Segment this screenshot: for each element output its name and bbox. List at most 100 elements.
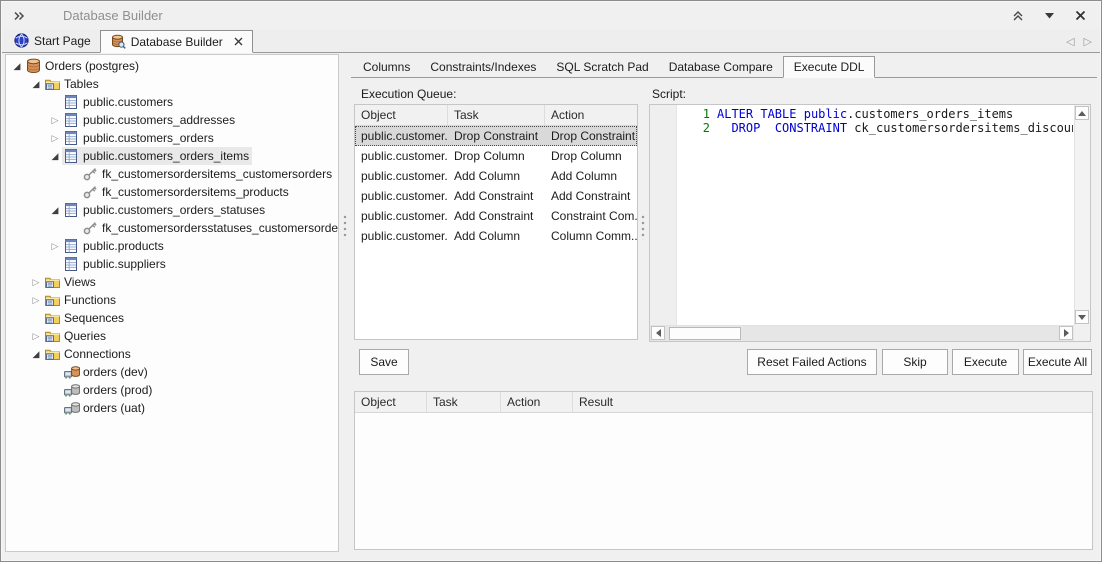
tree-item[interactable]: ◢Orders (postgres) [6,57,338,75]
queue-cell: Drop Constraint [448,126,545,146]
execute-all-button[interactable]: Execute All [1023,349,1092,375]
expand-tree-icon[interactable]: ▷ [48,237,62,255]
tree-item[interactable]: Sequences [6,309,338,327]
tree-item[interactable]: ◢public.customers_orders_statuses [6,201,338,219]
column-header[interactable]: Result [573,392,1092,412]
scrollbar-thumb[interactable] [669,327,741,340]
scrollbar-corner [1074,325,1090,341]
tab-start-page[interactable]: Start Page [5,29,100,52]
close-panel-icon[interactable] [1075,10,1086,21]
tree-item[interactable]: ◢Tables [6,75,338,93]
foreign-key-icon [82,166,99,182]
reset-failed-actions-button[interactable]: Reset Failed Actions [747,349,877,375]
table-icon [63,130,80,146]
collapse-tree-icon[interactable]: ◢ [29,75,43,93]
tree-splitter[interactable] [339,54,351,557]
queue-cell: Add Column [545,166,637,186]
sql-editor[interactable]: 1ALTER TABLE public.customers_orders_ite… [649,104,1091,342]
scroll-down-icon[interactable] [1075,310,1089,324]
nav-back-icon[interactable]: ◁ [1066,35,1074,48]
scroll-right-icon[interactable] [1059,326,1073,340]
tree-item-label: fk_customersordersitems_customersorders [102,167,332,181]
collapse-tree-icon[interactable]: ◢ [29,345,43,363]
scroll-up-icon[interactable] [1075,106,1089,120]
column-header[interactable]: Object [355,105,448,125]
panel-splitter-grip-icon[interactable] [641,214,645,240]
queue-cell: public.customer... [355,186,448,206]
collapse-tree-icon[interactable]: ◢ [48,147,62,165]
scroll-left-icon[interactable] [651,326,665,340]
tree-item[interactable]: fk_customersordersitems_customersorders [6,165,338,183]
tree-item[interactable]: fk_customersordersitems_products [6,183,338,201]
sql-text [753,107,760,121]
tree-item[interactable]: orders (prod) [6,381,338,399]
queue-cell: public.customer... [355,206,448,226]
expand-tree-icon[interactable]: ▷ [48,111,62,129]
tree-item[interactable]: public.customers [6,93,338,111]
start-page-icon [14,33,29,48]
tree-item-label: fk_customersordersitems_products [102,185,289,199]
queue-row[interactable]: public.customer...Add ColumnColumn Comm.… [355,226,637,246]
tree-item[interactable]: orders (dev) [6,363,338,381]
panel-options-arrow-icon[interactable] [1045,13,1055,19]
tab-database-compare[interactable]: Database Compare [659,57,783,77]
queue-row[interactable]: public.customer...Drop ConstraintDrop Co… [355,126,637,146]
column-header[interactable]: Object [355,392,427,412]
vertical-scrollbar[interactable] [1074,105,1090,325]
queue-row[interactable]: public.customer...Add ConstraintConstrai… [355,206,637,226]
document-tabbar: Start Page Database Builder ◁ ▷ [2,29,1100,53]
nav-forward-icon[interactable]: ▷ [1084,35,1092,48]
tree-item[interactable]: ▷Views [6,273,338,291]
tree-item[interactable]: ▷Functions [6,291,338,309]
tree-item-label: Sequences [64,311,124,325]
tree-item[interactable]: ◢public.customers_orders_items [6,147,338,165]
column-header[interactable]: Task [427,392,501,412]
tree-item[interactable]: public.suppliers [6,255,338,273]
editor-gutter [650,105,677,325]
tree-item[interactable]: fk_customersordersstatuses_customersorde… [6,219,338,237]
tree-item[interactable]: ▷ public.customers_addresses [6,111,338,129]
results-body [355,413,1092,549]
execute-button[interactable]: Execute [952,349,1019,375]
column-header[interactable]: Action [501,392,573,412]
tree-item[interactable]: ◢Connections [6,345,338,363]
sql-text [796,107,803,121]
tab-sql-scratch-pad[interactable]: SQL Scratch Pad [546,57,658,77]
tree-item-label: Queries [64,329,106,343]
skip-button[interactable]: Skip [882,349,948,375]
queue-row[interactable]: public.customer...Add ColumnAdd Column [355,166,637,186]
column-header[interactable]: Action [545,105,637,125]
execution-queue-table: ObjectTaskAction public.customer...Drop … [354,104,638,340]
panel-menu-chevrons-icon[interactable] [12,9,27,23]
tree-item[interactable]: orders (uat) [6,399,338,417]
collapse-tree-icon[interactable]: ◢ [10,57,24,75]
queue-row[interactable]: public.customer...Drop ColumnDrop Column [355,146,637,166]
tree-item-label: orders (prod) [83,383,152,397]
tab-database-builder[interactable]: Database Builder [100,30,253,53]
queue-cell: public.customer... [355,126,448,146]
tree-item[interactable]: ▷public.products [6,237,338,255]
expand-tree-icon[interactable]: ▷ [29,327,43,345]
tree-item[interactable]: ▷ Queries [6,327,338,345]
queue-row[interactable]: public.customer...Add ConstraintAdd Cons… [355,186,637,206]
tree-item-label: public.customers_addresses [83,113,235,127]
tab-execute-ddl[interactable]: Execute DDL [783,56,876,78]
collapse-panel-icon[interactable] [1011,9,1025,22]
tree-item-label: orders (dev) [83,365,148,379]
results-table: ObjectTaskActionResult [354,391,1093,550]
expand-tree-icon[interactable]: ▷ [29,291,43,309]
expand-tree-icon[interactable]: ▷ [29,273,43,291]
tab-columns[interactable]: Columns [353,57,420,77]
builder-tabbar: ColumnsConstraints/IndexesSQL Scratch Pa… [351,57,1097,78]
table-icon [63,202,80,218]
expand-tree-icon[interactable]: ▷ [48,129,62,147]
close-tab-icon[interactable] [234,37,243,46]
tab-constraints-indexes[interactable]: Constraints/Indexes [420,57,546,77]
tree-item[interactable]: ▷public.customers_orders [6,129,338,147]
horizontal-scrollbar[interactable] [650,325,1074,341]
column-header[interactable]: Task [448,105,545,125]
panel-title: Database Builder [63,8,163,23]
queue-cell: public.customer... [355,146,448,166]
collapse-tree-icon[interactable]: ◢ [48,201,62,219]
save-button[interactable]: Save [359,349,409,375]
